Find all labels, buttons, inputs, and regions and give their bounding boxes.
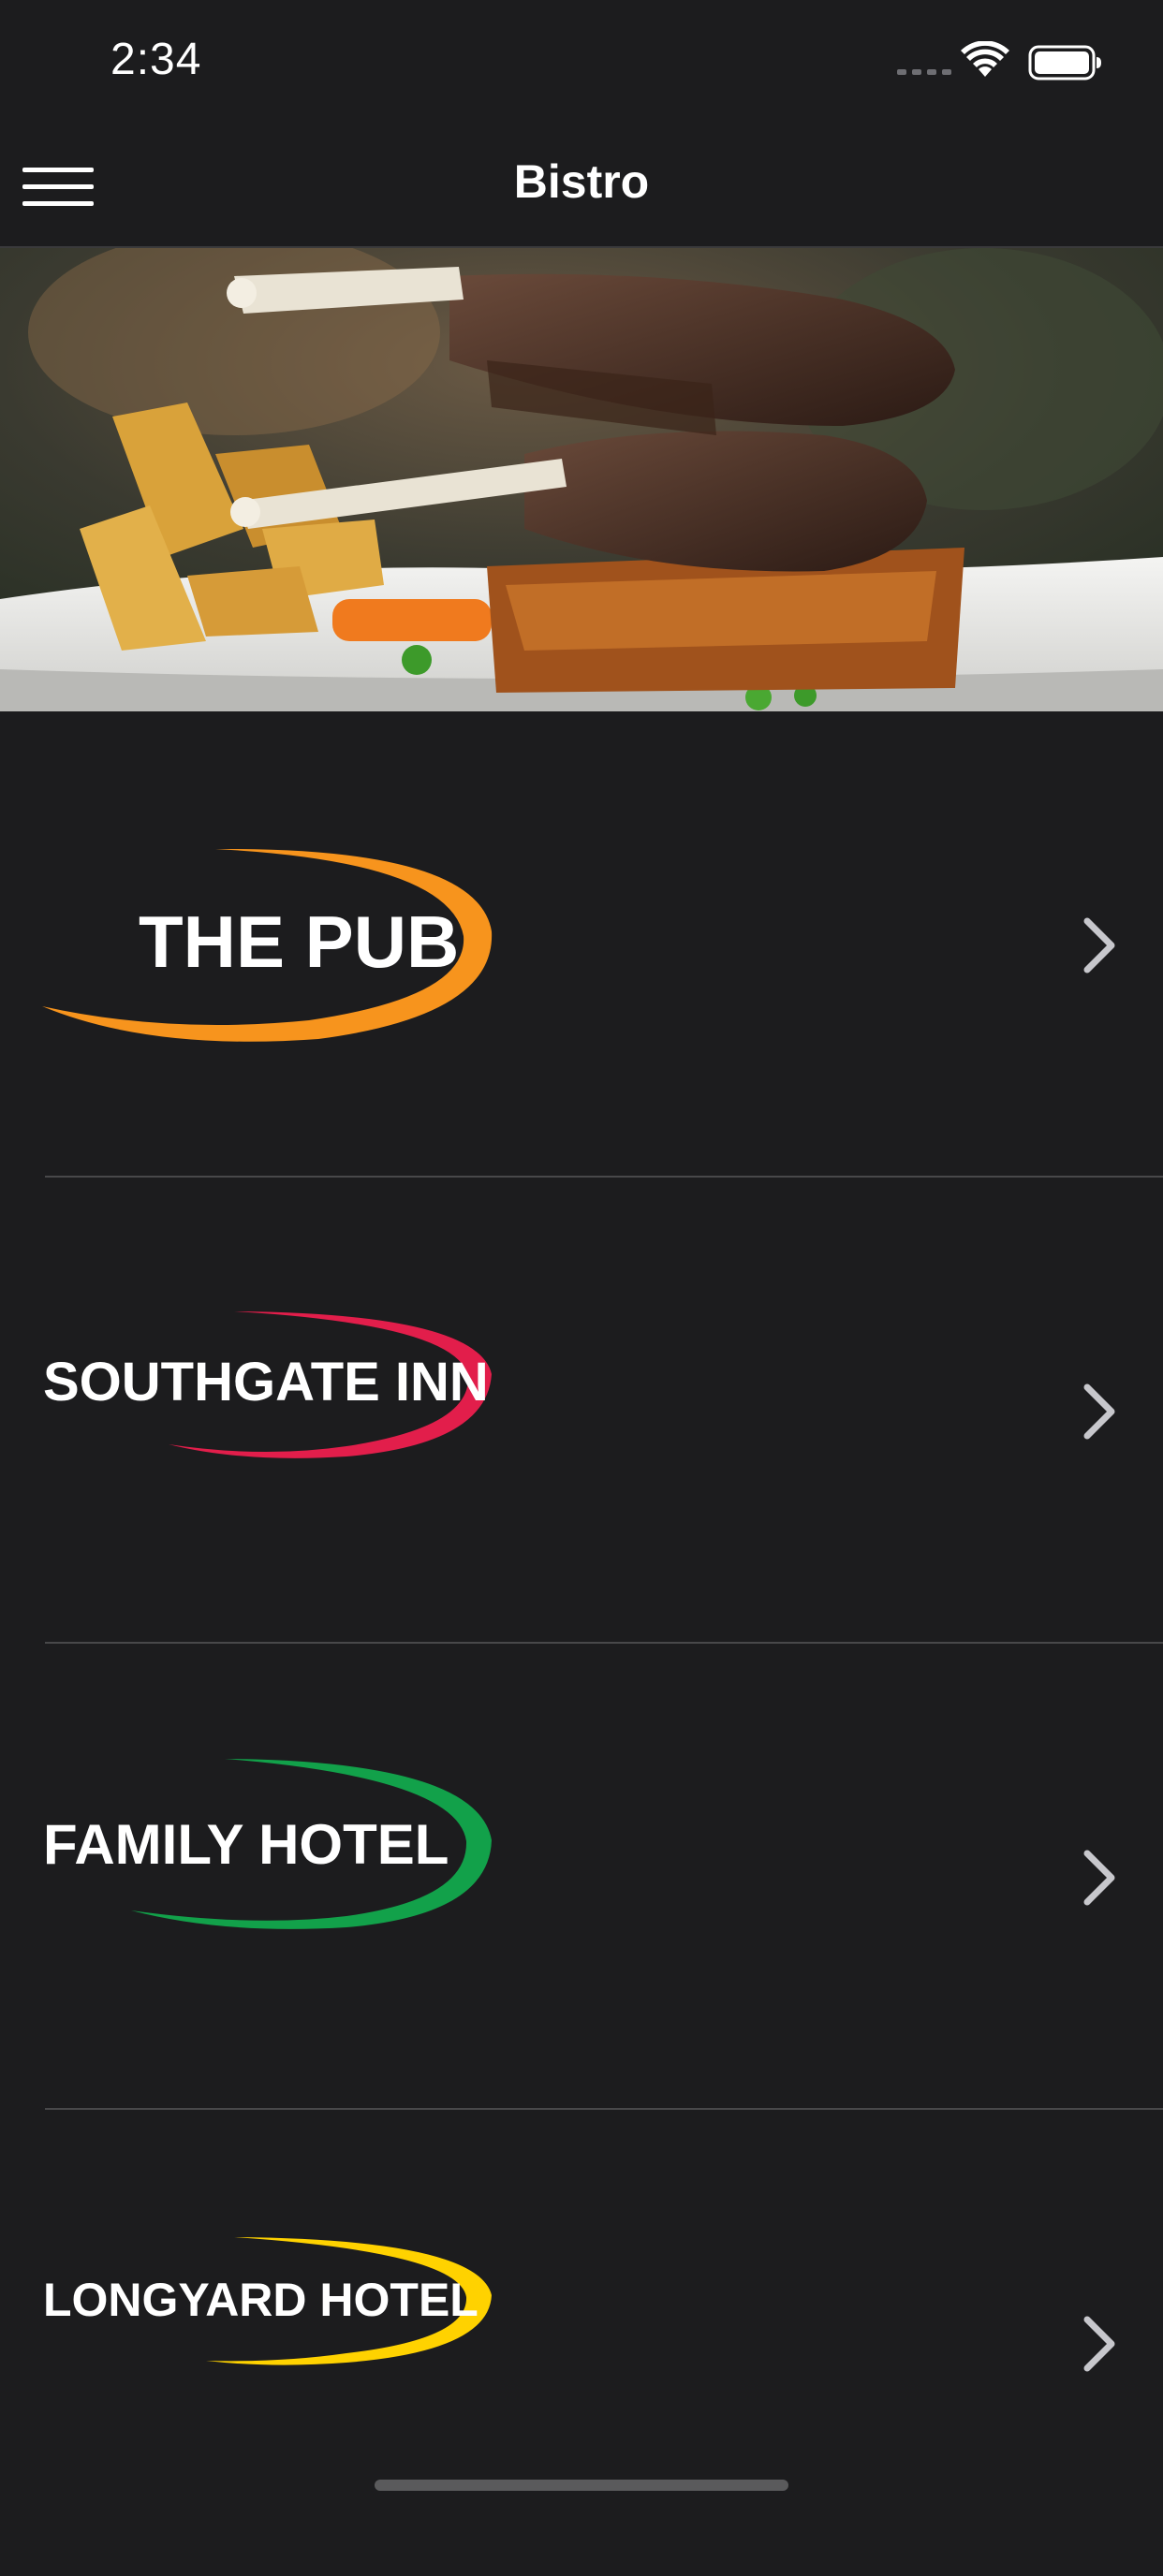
family-hotel-logo: FAMILY HOTEL <box>43 1759 492 1929</box>
battery-icon <box>1028 45 1101 80</box>
southgate-inn-logo: SOUTHGATE INN <box>43 1311 492 1458</box>
chevron-right-icon[interactable] <box>1082 1382 1119 1442</box>
venue-row-southgate-inn[interactable]: SOUTHGATE INN <box>0 1178 1163 1644</box>
venue-name: SOUTHGATE INN <box>43 1352 489 1412</box>
food-photo-icon <box>0 248 1163 711</box>
chevron-right-icon[interactable] <box>1082 915 1119 975</box>
venue-row-family-hotel[interactable]: FAMILY HOTEL <box>0 1644 1163 2110</box>
chevron-right-icon[interactable] <box>1082 1848 1119 1908</box>
the-pub-logo: THE PUB <box>42 848 493 1042</box>
cellular-signal-icon <box>897 69 951 75</box>
venue-list: THE PUB SOUTHGATE INN FAMILY HOTEL LONGY… <box>0 711 1163 2576</box>
venue-row-the-pub[interactable]: THE PUB <box>0 711 1163 1178</box>
venue-name: LONGYARD HOTEL <box>43 2274 478 2326</box>
wifi-icon <box>961 41 1009 77</box>
longyard-hotel-logo: LONGYARD HOTEL <box>43 2237 492 2365</box>
venue-name: THE PUB <box>139 900 459 983</box>
chevron-right-icon[interactable] <box>1082 2314 1119 2374</box>
hero-food-image <box>0 248 1163 711</box>
status-time: 2:34 <box>110 35 202 84</box>
navigation-bar: Bistro <box>0 126 1163 248</box>
venue-name: FAMILY HOTEL <box>43 1813 449 1876</box>
page-title: Bistro <box>513 155 650 208</box>
venue-row-longyard-hotel[interactable]: LONGYARD HOTEL <box>0 2110 1163 2576</box>
status-bar: 2:34 <box>0 0 1163 126</box>
home-indicator[interactable] <box>375 2480 788 2491</box>
